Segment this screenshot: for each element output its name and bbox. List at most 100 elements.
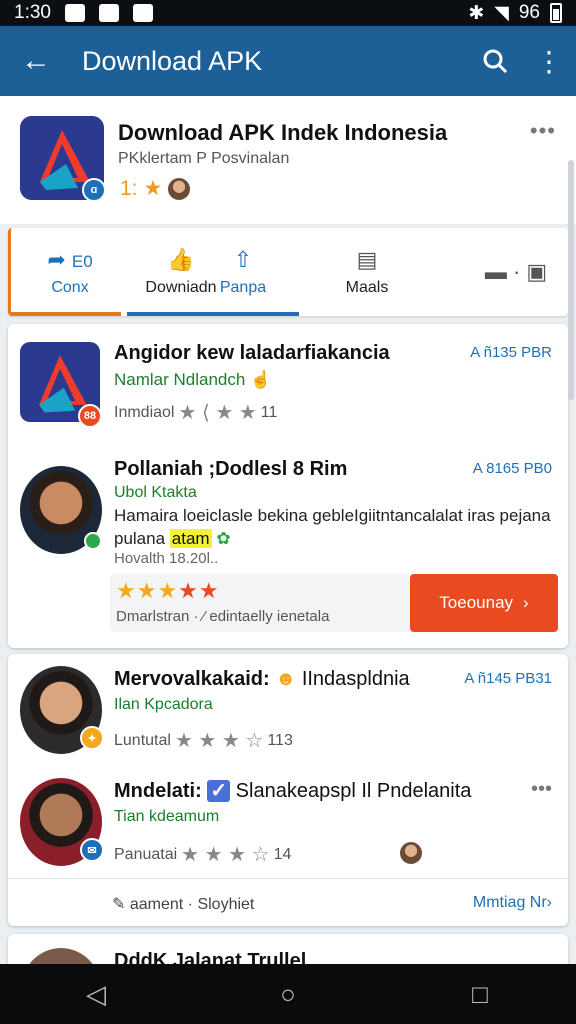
item-price: A ñ145 PB31	[464, 670, 552, 687]
emoji-icon: ☻	[275, 668, 297, 690]
share-icon: ➦ E0	[47, 247, 93, 272]
more-options-button[interactable]: •••	[530, 118, 556, 144]
star-icon: ★	[143, 177, 163, 200]
item-meta: Luntutal ★ ★ ★ ☆ 113	[114, 728, 293, 753]
tab-label: Conx	[51, 279, 89, 296]
review-bar: ★★★★★ Dmarlstran · ⁄ edintaelly ienetala…	[110, 574, 558, 632]
more-options-button[interactable]: •••	[531, 778, 552, 801]
item-title: Mervovalkakaid: ☻ IIndaspldnia	[114, 668, 410, 690]
item-subtitle: Ubol Ktakta	[114, 484, 197, 501]
upload-icon: ⇧	[233, 247, 253, 272]
overflow-menu-button[interactable]: ⋮	[522, 26, 576, 96]
item-timestamp: Hovalth 18.20l..	[114, 550, 219, 567]
cta-label: Toeounay	[439, 593, 514, 612]
review-count: 113	[267, 731, 293, 749]
chevron-right-icon: ›	[523, 593, 529, 612]
reviewer-avatar	[168, 177, 191, 200]
gallery-icon	[132, 4, 153, 22]
thumbs-up-icon: 👍	[167, 247, 195, 272]
arrow-left-icon: ←	[21, 44, 51, 77]
footer-link[interactable]: Mmtiag Nr›	[473, 894, 552, 912]
highlight-text: atam	[169, 529, 212, 548]
pen-icon: ✎	[112, 896, 126, 913]
status-bar: 1:30 ✱ ◥ 96	[0, 0, 576, 26]
recents-nav-button[interactable]: □	[450, 964, 510, 1024]
tab-maals[interactable]: ▤ Maals	[331, 228, 403, 316]
back-button[interactable]: ←	[0, 26, 72, 96]
checkbox-icon: ✓	[207, 780, 231, 802]
app-name: Download APK Indek Indonesia	[118, 120, 448, 145]
stars-icon: ★ ★ ★ ☆	[181, 844, 270, 866]
flag-icon: ▬ · ▣	[484, 259, 548, 284]
item-description: Hamaira loeiclasle bekina gebleIgiitntan…	[114, 504, 554, 550]
app-header: ɑ Download APK Indek Indonesia PKklertam…	[0, 96, 576, 224]
item-subtitle: Namlar Ndlandch ☝	[114, 370, 272, 389]
item-subtitle: Tian kdeamum	[114, 808, 220, 825]
item-title: Angidor kew laladarfiakancia	[114, 342, 390, 364]
review-count: 11	[260, 403, 278, 421]
review-count: 14	[273, 845, 292, 863]
review-footer: Dmarlstran · ⁄ edintaelly ienetala	[116, 608, 330, 625]
item-meta: Panuatai ★ ★ ★ ☆ 14	[114, 842, 291, 867]
app-bar: ← Download APK ⋮	[0, 26, 576, 96]
reviewer-avatar	[400, 842, 422, 864]
tab-more[interactable]: ▬ · ▣	[471, 228, 561, 316]
wifi-icon: ◥	[494, 2, 509, 24]
meta-label: Inmdiaol	[114, 403, 175, 421]
back-nav-button[interactable]: ◁	[66, 964, 126, 1024]
item-title: Pollaniah ;Dodlesl 8 Rim	[114, 458, 348, 480]
square-recents-icon: □	[472, 978, 488, 1009]
tab-indicator	[11, 312, 121, 316]
navigation-bar: ◁ ○ □	[0, 964, 576, 1024]
app-rating: 1: ★	[120, 176, 191, 201]
search-button[interactable]	[468, 26, 522, 96]
list-item[interactable]: ✦ Mervovalkakaid: ☻ IIndaspldnia Ilan Kp…	[8, 654, 568, 764]
tab-label: Panpa	[219, 279, 267, 296]
app-card: 88 Angidor kew laladarfiakancia Namlar N…	[8, 324, 568, 648]
stars-icon: ★ ★ ★ ☆	[174, 730, 264, 752]
tab-label: Downiadn	[145, 279, 217, 296]
app-card: ✦ Mervovalkakaid: ☻ IIndaspldnia Ilan Kp…	[8, 654, 568, 926]
app-notification-icon	[98, 4, 119, 22]
search-icon	[483, 49, 508, 74]
notification-icon	[64, 4, 85, 22]
rating-value: 1:	[120, 176, 138, 200]
tab-panpa[interactable]: ⇧ Panpa	[211, 228, 275, 316]
messenger-icon: ✉	[80, 838, 104, 862]
list-item[interactable]: ✉ Mndelati: ✓ Slanakeapspl Il Pndelanita…	[8, 770, 568, 876]
badge-icon: 88	[78, 404, 102, 428]
triangle-back-icon: ◁	[86, 978, 106, 1009]
tab-bar: ➦ E0 Conx 👍 Downiadn ⇧ Panpa ▤ Maals ▬ ·…	[8, 228, 568, 316]
stars-icon: ★ ⟨ ★ ★	[178, 402, 257, 424]
battery-percent: 96	[518, 2, 540, 23]
more-vert-icon: ⋮	[535, 45, 563, 77]
list-item[interactable]: 88 Angidor kew laladarfiakancia Namlar N…	[8, 324, 568, 444]
item-meta: Inmdiaol ★ ⟨ ★ ★ 11	[114, 400, 277, 425]
card-footer: ✎ aament · Sloyhiet Mmtiag Nr›	[8, 878, 568, 928]
app-subtitle: PKklertam P Posvinalan	[118, 150, 290, 167]
badge-icon: ✦	[80, 726, 104, 750]
home-nav-button[interactable]: ○	[258, 964, 318, 1024]
list-item[interactable]: Pollaniah ;Dodlesl 8 Rim Ubol Ktakta Ham…	[8, 450, 568, 648]
online-indicator	[84, 532, 102, 550]
hand-icon: ☝	[250, 370, 272, 389]
list-icon: ▤	[356, 247, 378, 272]
item-price: A 8165 PB0	[472, 460, 552, 477]
status-time: 1:30	[14, 2, 51, 23]
clover-icon: ✿	[216, 529, 231, 548]
battery-icon	[550, 3, 562, 23]
verified-badge-icon: ɑ	[82, 178, 106, 202]
cta-button[interactable]: Toeounay ›	[410, 574, 558, 632]
meta-label: Luntutal	[114, 731, 171, 749]
bluetooth-icon: ✱	[468, 2, 485, 24]
item-price: A ñ135 PBR	[470, 344, 552, 361]
item-title: Mndelati: ✓ Slanakeapspl Il Pndelanita	[114, 780, 472, 802]
footer-actions[interactable]: ✎ aament · Sloyhiet	[112, 894, 254, 914]
rating-stars-icon: ★★★★★	[116, 578, 220, 603]
tab-conx[interactable]: ➦ E0 Conx	[25, 228, 115, 316]
meta-label: Panuatai	[114, 845, 178, 863]
circle-home-icon: ○	[280, 978, 296, 1009]
tab-label: Maals	[345, 279, 389, 296]
item-subtitle: Ilan Kpcadora	[114, 696, 213, 713]
scrollbar[interactable]	[568, 160, 574, 400]
